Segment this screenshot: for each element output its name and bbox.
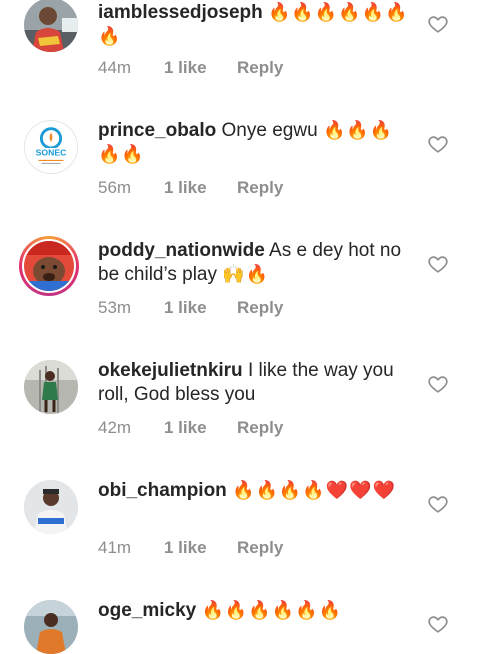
avatar-story-ring[interactable] — [19, 236, 79, 296]
sonec-logo-text: SONEC — [36, 148, 68, 158]
comment-likes[interactable]: 1 like — [164, 418, 237, 438]
comment-meta: 56m 1 like Reply — [98, 178, 283, 198]
comment-body: Onye egwu — [221, 120, 318, 141]
comment-username[interactable]: prince_obalo — [98, 120, 216, 141]
comment-meta: 53m 1 like Reply — [98, 298, 283, 318]
comment-username[interactable]: obi_champion — [98, 480, 227, 501]
avatar[interactable] — [24, 0, 78, 52]
raised-hands-fire-emoji: 🙌🔥 — [222, 264, 270, 285]
comment-text: oge_micky 🔥🔥🔥🔥🔥🔥 — [98, 599, 416, 623]
reply-button[interactable]: Reply — [237, 418, 283, 438]
avatar[interactable] — [24, 360, 78, 414]
comment-text: prince_obalo Onye egwu 🔥🔥🔥🔥🔥 — [98, 119, 416, 167]
comment-text: obi_champion 🔥🔥🔥🔥❤️❤️❤️ — [98, 479, 416, 503]
reply-button[interactable]: Reply — [237, 538, 283, 558]
comment-username[interactable]: oge_micky — [98, 600, 196, 621]
comment-likes[interactable]: 1 like — [164, 178, 237, 198]
fire-emoji: 🔥🔥🔥🔥🔥🔥 — [201, 600, 342, 621]
heart-outline-icon[interactable] — [427, 133, 449, 155]
avatar-photo — [24, 480, 78, 534]
heart-outline-icon[interactable] — [427, 493, 449, 515]
comment-meta: 42m 1 like Reply — [98, 418, 283, 438]
comment-text: iamblessedjoseph 🔥🔥🔥🔥🔥🔥🔥 — [98, 1, 416, 49]
sonec-logo: SONEC — [25, 121, 77, 173]
heart-outline-icon[interactable] — [427, 613, 449, 635]
comment-time: 53m — [98, 298, 132, 317]
avatar-photo — [24, 600, 78, 654]
avatar — [22, 239, 76, 293]
reply-button[interactable]: Reply — [237, 178, 283, 198]
comment-text: poddy_nationwide As e dey hot no be chil… — [98, 239, 416, 287]
avatar-photo — [24, 241, 74, 291]
reply-button[interactable]: Reply — [237, 58, 283, 78]
heart-outline-icon[interactable] — [427, 13, 449, 35]
avatar-photo — [24, 0, 78, 52]
comment-meta: 41m 1 like Reply — [98, 538, 283, 558]
comment-likes[interactable]: 1 like — [164, 538, 237, 558]
comment-likes[interactable]: 1 like — [164, 298, 237, 318]
fire-heart-emoji: 🔥🔥🔥🔥❤️❤️❤️ — [232, 480, 396, 501]
comment-likes[interactable]: 1 like — [164, 58, 237, 78]
avatar[interactable]: SONEC — [24, 120, 78, 174]
comment-time: 56m — [98, 178, 132, 197]
heart-outline-icon[interactable] — [427, 253, 449, 275]
comment-text: okekejulietnkiru I like the way you roll… — [98, 359, 416, 407]
avatar[interactable] — [24, 480, 78, 534]
comment-time: 41m — [98, 538, 132, 557]
heart-outline-icon[interactable] — [427, 373, 449, 395]
reply-button[interactable]: Reply — [237, 298, 283, 318]
comment-username[interactable]: okekejulietnkiru — [98, 360, 243, 381]
comment-username[interactable]: poddy_nationwide — [98, 240, 265, 261]
comment-username[interactable]: iamblessedjoseph — [98, 2, 263, 23]
comment-meta: 44m 1 like Reply — [98, 58, 283, 78]
avatar[interactable] — [24, 600, 78, 654]
comment-time: 42m — [98, 418, 132, 437]
comment-time: 44m — [98, 58, 132, 77]
avatar-photo — [24, 360, 78, 414]
